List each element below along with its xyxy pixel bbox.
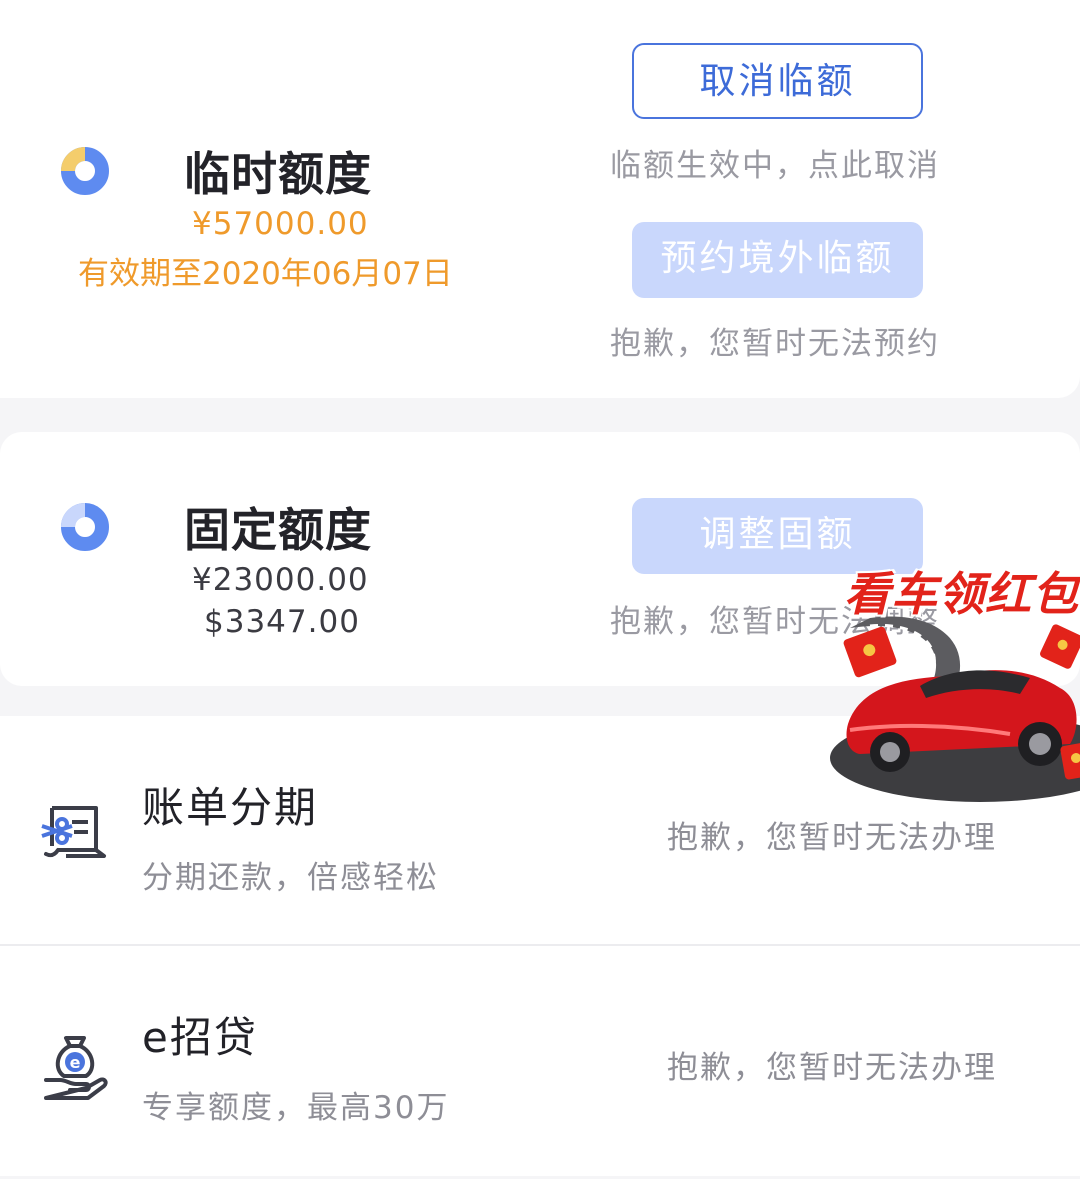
e-loan-title: e招贷: [142, 1013, 258, 1062]
reserve-overseas-limit-note: 抱歉，您暂时无法预约: [610, 326, 940, 362]
promo-text: 看车领红包: [844, 567, 1079, 621]
temp-limit-title: 临时额度: [184, 147, 372, 201]
fixed-limit-donut-icon: [61, 503, 109, 551]
e-loan-subtitle: 专享额度，最高30万: [142, 1090, 450, 1126]
loan-money-bag-icon: e: [44, 1036, 108, 1100]
bill-installment-subtitle: 分期还款，倍感轻松: [142, 860, 439, 896]
cancel-temp-limit-note[interactable]: 临额生效中，点此取消: [610, 140, 940, 185]
svg-text:e: e: [70, 1053, 81, 1072]
bill-installment-status: 抱歉，您暂时无法办理: [667, 820, 997, 856]
e-loan-item[interactable]: e e招贷 专享额度，最高30万 抱歉，您暂时无法办理: [0, 946, 1080, 1176]
temp-limit-donut-icon: [61, 147, 109, 195]
bill-installment-icon: [41, 806, 106, 858]
temp-limit-card: 临时额度 ¥57000.00 有效期至2020年06月07日 取消临额 临额生效…: [0, 0, 1080, 398]
temp-limit-amount: ¥57000.00: [192, 206, 369, 242]
e-loan-status: 抱歉，您暂时无法办理: [667, 1050, 997, 1086]
promo-car-red-packet-badge[interactable]: 看车领红包: [830, 548, 1080, 806]
fixed-limit-amount-cny: ¥23000.00: [192, 562, 369, 598]
reserve-overseas-limit-button[interactable]: 预约境外临额: [632, 222, 923, 298]
fixed-limit-title: 固定额度: [184, 503, 372, 557]
bill-installment-title: 账单分期: [142, 783, 319, 832]
fixed-limit-amount-usd: $3347.00: [204, 604, 360, 640]
temp-limit-validity: 有效期至2020年06月07日: [78, 256, 453, 292]
cancel-temp-limit-button[interactable]: 取消临额: [632, 43, 923, 119]
